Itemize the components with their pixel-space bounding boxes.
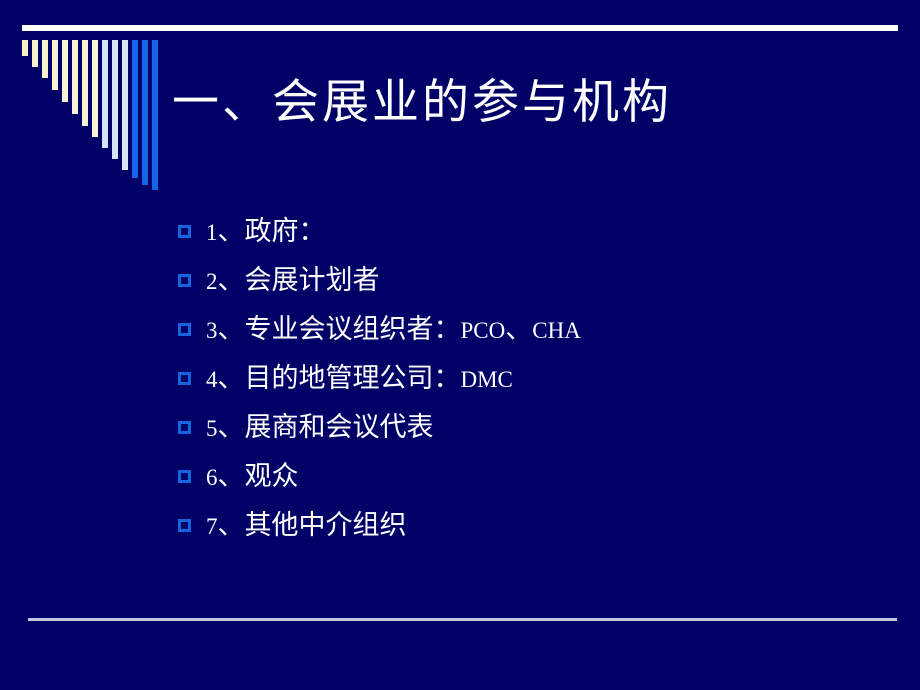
decorative-bar	[82, 40, 88, 126]
decorative-bar	[122, 40, 128, 170]
decorative-bar	[102, 40, 108, 148]
list-item[interactable]: 3、专业会议组织者：PCO、CHA	[178, 305, 878, 354]
list-item-label: 1、政府：	[206, 215, 326, 246]
square-bullet-icon	[178, 372, 191, 385]
decorative-bar	[32, 40, 38, 67]
decorative-bar	[152, 40, 158, 190]
slide-title: 一、会展业的参与机构	[172, 77, 672, 129]
bottom-divider-rule	[28, 618, 897, 621]
square-bullet-icon	[178, 274, 191, 287]
decorative-bar	[62, 40, 68, 102]
decorative-bar	[52, 40, 58, 90]
list-item-label: 4、目的地管理公司：DMC	[206, 362, 513, 393]
decorative-bar	[112, 40, 118, 159]
list-item[interactable]: 6、观众	[178, 452, 878, 501]
decorative-bar	[132, 40, 138, 178]
list-item-label: 2、会展计划者	[206, 264, 380, 295]
list-item[interactable]: 4、目的地管理公司：DMC	[178, 354, 878, 403]
decorative-bar	[42, 40, 48, 78]
top-divider-rule	[22, 25, 898, 31]
descending-bar-motif	[22, 40, 162, 190]
square-bullet-icon	[178, 225, 191, 238]
list-item[interactable]: 5、展商和会议代表	[178, 403, 878, 452]
list-item[interactable]: 1、政府：	[178, 207, 878, 256]
square-bullet-icon	[178, 470, 191, 483]
list-item-label: 3、专业会议组织者：PCO、CHA	[206, 313, 581, 344]
bullet-list: 1、政府： 2、会展计划者 3、专业会议组织者：PCO、CHA 4、目的地管理公司：D…	[178, 207, 878, 550]
list-item-label: 7、其他中介组织	[206, 509, 407, 540]
square-bullet-icon	[178, 421, 191, 434]
list-item[interactable]: 2、会展计划者	[178, 256, 878, 305]
list-item[interactable]: 7、其他中介组织	[178, 501, 878, 550]
decorative-bar	[72, 40, 78, 114]
list-item-label: 6、观众	[206, 460, 299, 491]
decorative-bar	[22, 40, 28, 56]
list-item-label: 5、展商和会议代表	[206, 411, 434, 442]
square-bullet-icon	[178, 519, 191, 532]
square-bullet-icon	[178, 323, 191, 336]
presentation-slide: 一、会展业的参与机构 1、政府： 2、会展计划者 3、专业会议组织者：PCO、CHA…	[0, 0, 920, 690]
decorative-bar	[142, 40, 148, 185]
decorative-bar	[92, 40, 98, 137]
